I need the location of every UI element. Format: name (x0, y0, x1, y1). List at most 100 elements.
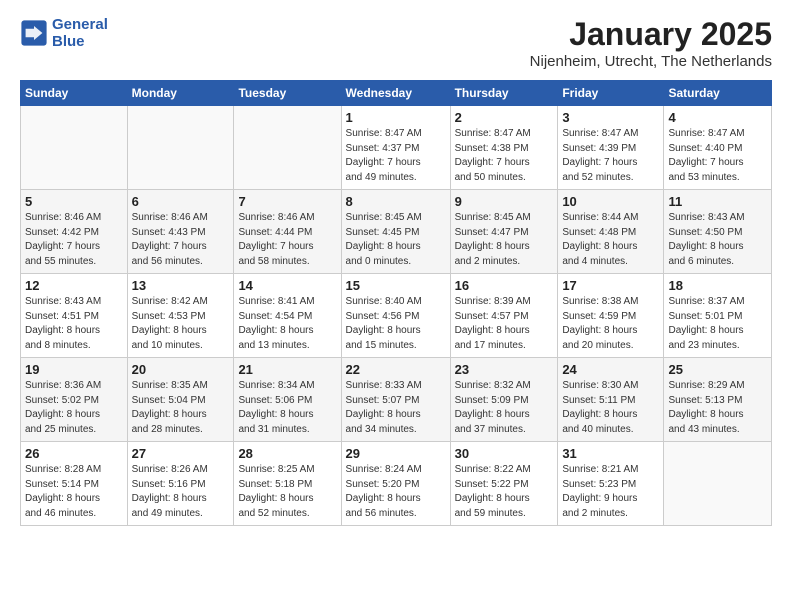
day-number: 29 (346, 446, 446, 461)
calendar-cell: 18 Sunrise: 8:37 AM Sunset: 5:01 PM Dayli… (664, 274, 772, 358)
calendar-cell: 8Sunrise: 8:45 AM Sunset: 4:45 PM Daylig… (341, 190, 450, 274)
day-info: Sunrise: 8:46 AM Sunset: 4:43 PM Dayligh… (132, 211, 230, 269)
day-info: Sunrise: 8:47 AM Sunset: 4:37 PM Dayligh… (346, 127, 446, 185)
weekday-header-tuesday: Tuesday (234, 81, 341, 106)
calendar-cell: 24 Sunrise: 8:30 AM Sunset: 5:11 PM Dayli… (558, 358, 664, 442)
day-info: Sunrise: 8:42 AM Sunset: 4:53 PM Dayligh… (132, 295, 230, 353)
calendar-cell: 30Sunrise: 8:22 AM Sunset: 5:22 PM Dayli… (450, 442, 558, 526)
calendar-cell: 1 Sunrise: 8:47 AM Sunset: 4:37 PM Daylig… (341, 106, 450, 190)
day-info: Sunrise: 8:47 AM Sunset: 4:39 PM Dayligh… (562, 127, 659, 185)
weekday-header-row: SundayMondayTuesdayWednesdayThursdayFrid… (21, 81, 772, 106)
logo: General Blue (20, 16, 108, 50)
day-info: Sunrise: 8:28 AM Sunset: 5:14 PM Dayligh… (25, 463, 123, 521)
day-number: 24 (562, 362, 659, 377)
day-info: Sunrise: 8:21 AM Sunset: 5:23 PM Dayligh… (562, 463, 659, 521)
calendar-cell: 12Sunrise: 8:43 AM Sunset: 4:51 PM Dayli… (21, 274, 128, 358)
calendar-cell (234, 106, 341, 190)
day-number: 19 (25, 362, 123, 377)
month-title: January 2025 (530, 16, 772, 53)
calendar-cell: 2 Sunrise: 8:47 AM Sunset: 4:38 PM Daylig… (450, 106, 558, 190)
calendar-cell: 19 Sunrise: 8:36 AM Sunset: 5:02 PM Dayli… (21, 358, 128, 442)
calendar-cell: 25 Sunrise: 8:29 AM Sunset: 5:13 PM Dayli… (664, 358, 772, 442)
calendar-cell: 29Sunrise: 8:24 AM Sunset: 5:20 PM Dayli… (341, 442, 450, 526)
weekday-header-thursday: Thursday (450, 81, 558, 106)
week-row-5: 26Sunrise: 8:28 AM Sunset: 5:14 PM Dayli… (21, 442, 772, 526)
title-block: January 2025 Nijenheim, Utrecht, The Net… (530, 16, 772, 70)
day-info: Sunrise: 8:30 AM Sunset: 5:11 PM Dayligh… (562, 379, 659, 437)
calendar-cell: 16Sunrise: 8:39 AM Sunset: 4:57 PM Dayli… (450, 274, 558, 358)
weekday-header-sunday: Sunday (21, 81, 128, 106)
day-info: Sunrise: 8:40 AM Sunset: 4:56 PM Dayligh… (346, 295, 446, 353)
logo-line2: Blue (52, 33, 108, 50)
calendar-cell: 23 Sunrise: 8:32 AM Sunset: 5:09 PM Dayli… (450, 358, 558, 442)
day-info: Sunrise: 8:32 AM Sunset: 5:09 PM Dayligh… (455, 379, 554, 437)
day-number: 23 (455, 362, 554, 377)
day-info: Sunrise: 8:47 AM Sunset: 4:38 PM Dayligh… (455, 127, 554, 185)
calendar-cell: 9Sunrise: 8:45 AM Sunset: 4:47 PM Daylig… (450, 190, 558, 274)
calendar-cell (21, 106, 128, 190)
calendar-cell: 13 Sunrise: 8:42 AM Sunset: 4:53 PM Dayli… (127, 274, 234, 358)
weekday-header-saturday: Saturday (664, 81, 772, 106)
calendar-cell (127, 106, 234, 190)
day-info: Sunrise: 8:29 AM Sunset: 5:13 PM Dayligh… (668, 379, 767, 437)
day-number: 15 (346, 278, 446, 293)
calendar-cell (664, 442, 772, 526)
calendar-cell: 6 Sunrise: 8:46 AM Sunset: 4:43 PM Daylig… (127, 190, 234, 274)
day-number: 20 (132, 362, 230, 377)
calendar-cell: 14 Sunrise: 8:41 AM Sunset: 4:54 PM Dayli… (234, 274, 341, 358)
day-number: 12 (25, 278, 123, 293)
day-number: 22 (346, 362, 446, 377)
day-number: 6 (132, 194, 230, 209)
day-info: Sunrise: 8:37 AM Sunset: 5:01 PM Dayligh… (668, 295, 767, 353)
day-info: Sunrise: 8:46 AM Sunset: 4:44 PM Dayligh… (238, 211, 336, 269)
week-row-1: 1 Sunrise: 8:47 AM Sunset: 4:37 PM Daylig… (21, 106, 772, 190)
week-row-2: 5 Sunrise: 8:46 AM Sunset: 4:42 PM Daylig… (21, 190, 772, 274)
calendar-cell: 11 Sunrise: 8:43 AM Sunset: 4:50 PM Dayli… (664, 190, 772, 274)
day-number: 30 (455, 446, 554, 461)
day-number: 14 (238, 278, 336, 293)
day-info: Sunrise: 8:38 AM Sunset: 4:59 PM Dayligh… (562, 295, 659, 353)
day-info: Sunrise: 8:36 AM Sunset: 5:02 PM Dayligh… (25, 379, 123, 437)
weekday-header-wednesday: Wednesday (341, 81, 450, 106)
calendar-cell: 27 Sunrise: 8:26 AM Sunset: 5:16 PM Dayli… (127, 442, 234, 526)
day-number: 25 (668, 362, 767, 377)
day-number: 21 (238, 362, 336, 377)
day-number: 4 (668, 110, 767, 125)
day-number: 5 (25, 194, 123, 209)
logo-text: General Blue (52, 16, 108, 50)
day-number: 3 (562, 110, 659, 125)
day-info: Sunrise: 8:41 AM Sunset: 4:54 PM Dayligh… (238, 295, 336, 353)
day-number: 28 (238, 446, 336, 461)
calendar-cell: 22 Sunrise: 8:33 AM Sunset: 5:07 PM Dayli… (341, 358, 450, 442)
day-info: Sunrise: 8:39 AM Sunset: 4:57 PM Dayligh… (455, 295, 554, 353)
calendar-cell: 28Sunrise: 8:25 AM Sunset: 5:18 PM Dayli… (234, 442, 341, 526)
day-info: Sunrise: 8:33 AM Sunset: 5:07 PM Dayligh… (346, 379, 446, 437)
day-info: Sunrise: 8:45 AM Sunset: 4:45 PM Dayligh… (346, 211, 446, 269)
day-info: Sunrise: 8:26 AM Sunset: 5:16 PM Dayligh… (132, 463, 230, 521)
day-info: Sunrise: 8:44 AM Sunset: 4:48 PM Dayligh… (562, 211, 659, 269)
day-number: 2 (455, 110, 554, 125)
logo-icon (20, 19, 48, 47)
calendar-cell: 17Sunrise: 8:38 AM Sunset: 4:59 PM Dayli… (558, 274, 664, 358)
day-number: 10 (562, 194, 659, 209)
calendar-cell: 7Sunrise: 8:46 AM Sunset: 4:44 PM Daylig… (234, 190, 341, 274)
logo-line1: General (52, 16, 108, 33)
day-info: Sunrise: 8:46 AM Sunset: 4:42 PM Dayligh… (25, 211, 123, 269)
weekday-header-friday: Friday (558, 81, 664, 106)
day-number: 13 (132, 278, 230, 293)
day-number: 27 (132, 446, 230, 461)
calendar-table: SundayMondayTuesdayWednesdayThursdayFrid… (20, 80, 772, 526)
day-number: 18 (668, 278, 767, 293)
calendar-cell: 3 Sunrise: 8:47 AM Sunset: 4:39 PM Daylig… (558, 106, 664, 190)
day-number: 1 (346, 110, 446, 125)
calendar-cell: 10 Sunrise: 8:44 AM Sunset: 4:48 PM Dayli… (558, 190, 664, 274)
day-number: 11 (668, 194, 767, 209)
calendar-cell: 20Sunrise: 8:35 AM Sunset: 5:04 PM Dayli… (127, 358, 234, 442)
calendar-cell: 5 Sunrise: 8:46 AM Sunset: 4:42 PM Daylig… (21, 190, 128, 274)
day-info: Sunrise: 8:43 AM Sunset: 4:50 PM Dayligh… (668, 211, 767, 269)
day-info: Sunrise: 8:47 AM Sunset: 4:40 PM Dayligh… (668, 127, 767, 185)
calendar-cell: 4 Sunrise: 8:47 AM Sunset: 4:40 PM Daylig… (664, 106, 772, 190)
calendar-cell: 31Sunrise: 8:21 AM Sunset: 5:23 PM Dayli… (558, 442, 664, 526)
week-row-4: 19 Sunrise: 8:36 AM Sunset: 5:02 PM Dayli… (21, 358, 772, 442)
location-subtitle: Nijenheim, Utrecht, The Netherlands (530, 53, 772, 70)
